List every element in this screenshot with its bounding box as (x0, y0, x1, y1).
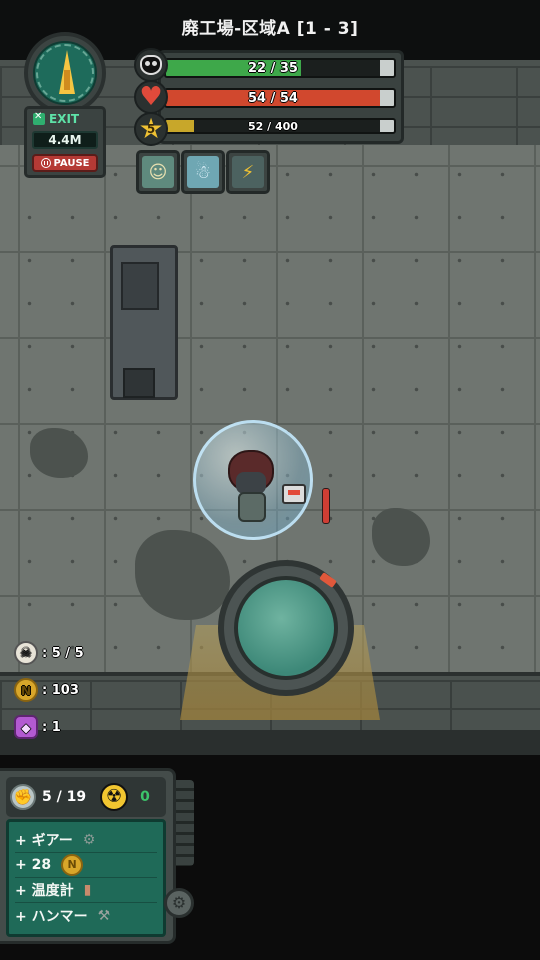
gear-icon: ⚙ (82, 832, 96, 848)
ghost-skill-icon: ☃ (187, 156, 219, 188)
control-cabinet (110, 245, 178, 400)
loot-panel-grip (176, 780, 194, 866)
loot-item: + 28 N (15, 853, 157, 878)
star-icon: ★ 5 (134, 112, 168, 146)
loot-item: + ギアー ⚙ (15, 828, 157, 853)
exit-distance: 4.4M (32, 131, 98, 149)
robot-energy-bar (322, 488, 330, 524)
health-value: 54 / 54 (248, 91, 298, 106)
exit-panel: EXIT 4.4M PAUSE (24, 106, 106, 178)
player-level: 5 (146, 122, 156, 136)
gear-icon: ⚙ (171, 893, 187, 912)
compass (24, 32, 106, 114)
player-body (238, 492, 266, 522)
experience-value: 52 / 400 (248, 120, 298, 133)
compass-arrow-icon (59, 50, 75, 94)
exit-label: EXIT (33, 111, 99, 126)
pause-label: PAUSE (53, 157, 90, 169)
pause-button[interactable]: PAUSE (32, 154, 98, 172)
worker-skill-icon: ☺ (142, 156, 174, 188)
hammer-icon: ⚒ (97, 907, 111, 924)
loot-item: + ハンマー ⚒ (15, 907, 111, 925)
key-counter: ☠ : 5 / 5 (14, 640, 84, 666)
battery-skill-icon: ⚡ (232, 156, 264, 188)
carry-capacity: 5 / 19 (42, 789, 87, 805)
experience-bar: 52 / 400 (164, 118, 396, 134)
oxygen-bar: 22 / 35 (164, 58, 396, 78)
coin-icon: N (61, 854, 84, 876)
radiation-icon: ☢ (100, 783, 129, 811)
player-gas-mask (236, 472, 266, 494)
skill-slot-2[interactable]: ☃ (181, 150, 225, 194)
robot-companion (282, 484, 306, 504)
muscle-icon: ✊ (10, 784, 36, 810)
loot-header: ✊ 5 / 19 ☢ 0 (6, 777, 166, 817)
loot-list: + ギアー ⚙ + 28 N + 温度計 ▮ + ハンマー ⚒ (6, 819, 166, 937)
heart-icon: ♥ (134, 80, 168, 114)
status-bars: 22 / 35 54 / 54 52 / 400 ♥ ★ 5 (134, 48, 404, 146)
exit-hatch[interactable] (218, 560, 354, 696)
loot-item: + 温度計 ▮ (15, 878, 157, 903)
skull-key-icon: ☠ (14, 641, 38, 665)
gem-counter: ◆ : 1 (14, 714, 61, 740)
skill-slot-3[interactable]: ⚡ (226, 150, 270, 194)
oxygen-value: 22 / 35 (248, 61, 298, 76)
loot-panel: ✊ 5 / 19 ☢ 0 + ギアー ⚙ + 28 N + 温度計 ▮ + ハン… (0, 768, 176, 944)
settings-button[interactable]: ⚙ (164, 888, 194, 918)
thermometer-icon: ▮ (83, 882, 92, 898)
gem-count: : 1 (42, 719, 61, 735)
radiation-count: 0 (140, 789, 150, 805)
gem-icon: ◆ (14, 715, 38, 739)
coin-icon: N (14, 678, 38, 702)
health-bar: 54 / 54 (164, 88, 396, 108)
gas-mask-icon (134, 48, 168, 82)
baseboard (0, 730, 540, 755)
pause-icon (40, 158, 51, 168)
coin-counter: N : 103 (14, 677, 79, 703)
skill-slot-1[interactable]: ☺ (136, 150, 180, 194)
key-count: : 5 / 5 (42, 645, 84, 661)
coin-count: : 103 (42, 682, 79, 698)
exit-sign-icon (33, 111, 45, 125)
